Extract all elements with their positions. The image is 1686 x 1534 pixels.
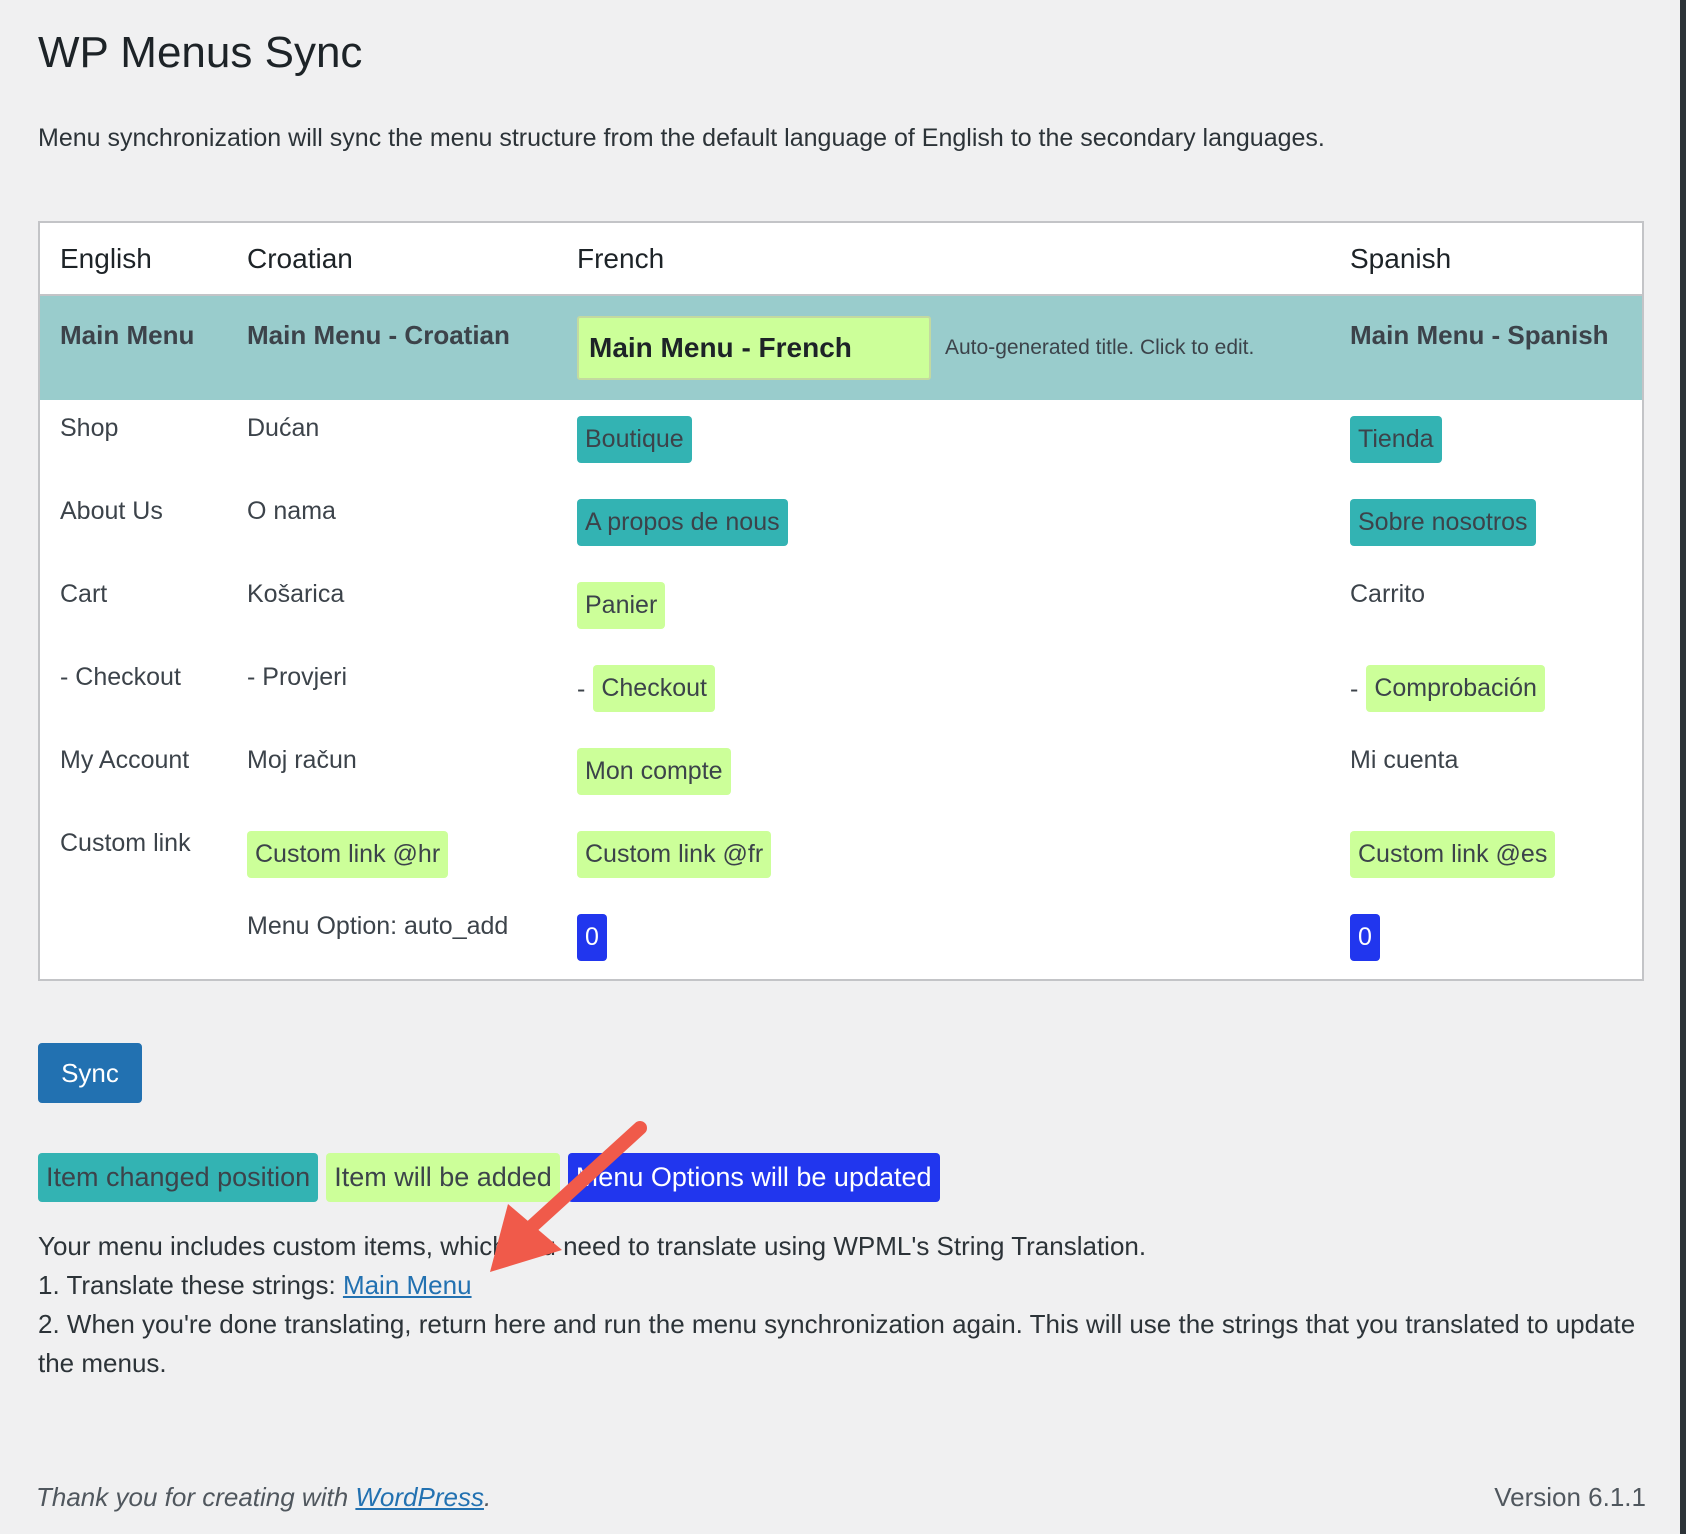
table-row: - Checkout - Provjeri - Checkout - Comprob… [40, 649, 1642, 732]
cell-french: Mon compte [577, 748, 731, 795]
table-header: English Croatian French Spanish [40, 223, 1642, 296]
menu-title-spanish: Main Menu - Spanish [1350, 320, 1609, 350]
changed-position-tag: Boutique [577, 416, 692, 463]
cell-croatian: O nama [247, 497, 336, 525]
cell-spanish: Sobre nosotros [1350, 499, 1536, 546]
table-row: Menu Option: auto_add 0 0 [40, 898, 1642, 981]
notice-line-2-prefix: 1. Translate these strings: [38, 1270, 343, 1300]
will-be-added-tag: Checkout [593, 665, 715, 712]
table-row: About Us O nama A propos de nous Sobre n… [40, 483, 1642, 566]
cell-french: 0 [577, 914, 607, 961]
cell-spanish: - Comprobación [1350, 665, 1545, 712]
table-row: Custom link Custom link @hr Custom link … [40, 815, 1642, 898]
cell-english: Cart [60, 580, 108, 608]
cell-english: - Checkout [60, 663, 181, 691]
will-be-added-tag: Custom link @fr [577, 831, 772, 878]
cell-french: Boutique [577, 416, 692, 463]
page-title: WP Menus Sync [38, 28, 363, 77]
cell-french: Panier [577, 582, 666, 629]
header-english: English [60, 243, 152, 274]
cell-spanish: Mi cuenta [1350, 746, 1459, 774]
notice-line-1: Your menu includes custom items, which y… [38, 1231, 1147, 1261]
table-row: Shop Dućan Boutique Tienda [40, 400, 1642, 483]
window-edge [1680, 0, 1686, 1534]
menu-title-french-input[interactable] [577, 316, 931, 380]
table-row: Cart Košarica Panier Carrito [40, 566, 1642, 649]
legend-changed-position: Item changed position [38, 1153, 319, 1202]
child-dash: - [577, 674, 586, 703]
cell-spanish: Tienda [1350, 416, 1442, 463]
cell-spanish: Carrito [1350, 580, 1426, 608]
cell-croatian: Košarica [247, 580, 345, 608]
will-be-added-tag: Panier [577, 582, 666, 629]
options-updated-tag: 0 [1350, 914, 1380, 961]
changed-position-tag: Tienda [1350, 416, 1442, 463]
header-croatian: Croatian [247, 243, 353, 274]
cell-croatian: Menu Option: auto_add [247, 912, 509, 940]
will-be-added-tag: Comprobación [1366, 665, 1545, 712]
wordpress-link[interactable]: WordPress [355, 1482, 484, 1512]
table-row: My Account Moj račun Mon compte Mi cuent… [40, 732, 1642, 815]
cell-spanish: Custom link @es [1350, 831, 1556, 878]
sync-button[interactable]: Sync [38, 1043, 142, 1103]
cell-english: My Account [60, 746, 190, 774]
footer-thanks-suffix: . [483, 1482, 492, 1512]
footer-version: Version 6.1.1 [1494, 1482, 1646, 1512]
changed-position-tag: A propos de nous [577, 499, 788, 546]
red-arrow-icon [490, 1121, 647, 1272]
cell-croatian: Moj račun [247, 746, 357, 774]
intro-text: Menu synchronization will sync the menu … [38, 124, 1325, 152]
main-menu-strings-link[interactable]: Main Menu [343, 1270, 472, 1300]
will-be-added-tag: Custom link @es [1350, 831, 1556, 878]
header-french: French [577, 243, 665, 274]
cell-croatian: - Provjeri [247, 663, 348, 691]
child-dash: - [1350, 674, 1359, 703]
will-be-added-tag: Mon compte [577, 748, 731, 795]
cell-french: Custom link @fr [577, 831, 772, 878]
notice-line-2: 1. Translate these strings: Main Menu [38, 1266, 1648, 1305]
cell-croatian: Dućan [247, 414, 320, 442]
footer-thanks-prefix: Thank you for creating with [36, 1482, 356, 1512]
footer-thanks: Thank you for creating with WordPress. [36, 1482, 491, 1513]
menu-title-croatian: Main Menu - Croatian [247, 320, 510, 350]
notice-line-3: 2. When you're done translating, return … [38, 1309, 1636, 1378]
cell-french: A propos de nous [577, 499, 788, 546]
menu-title-row: Main Menu Main Menu - Croatian Auto-gene… [40, 296, 1642, 400]
custom-items-notice: Your menu includes custom items, which y… [38, 1227, 1648, 1383]
will-be-added-tag: Custom link @hr [247, 831, 449, 878]
cell-english: Custom link [60, 829, 191, 857]
changed-position-tag: Sobre nosotros [1350, 499, 1536, 546]
header-spanish: Spanish [1350, 243, 1452, 274]
options-updated-tag: 0 [577, 914, 607, 961]
cell-spanish: 0 [1350, 914, 1380, 961]
cell-english: About Us [60, 497, 163, 525]
menu-title-hint: Auto-generated title. Click to edit. [945, 336, 1255, 359]
cell-french: - Checkout [577, 665, 715, 712]
cell-english: Shop [60, 414, 119, 442]
cell-croatian: Custom link @hr [247, 831, 449, 878]
sync-table: English Croatian French Spanish Main Men… [38, 221, 1644, 981]
menu-title-english: Main Menu [60, 320, 195, 350]
